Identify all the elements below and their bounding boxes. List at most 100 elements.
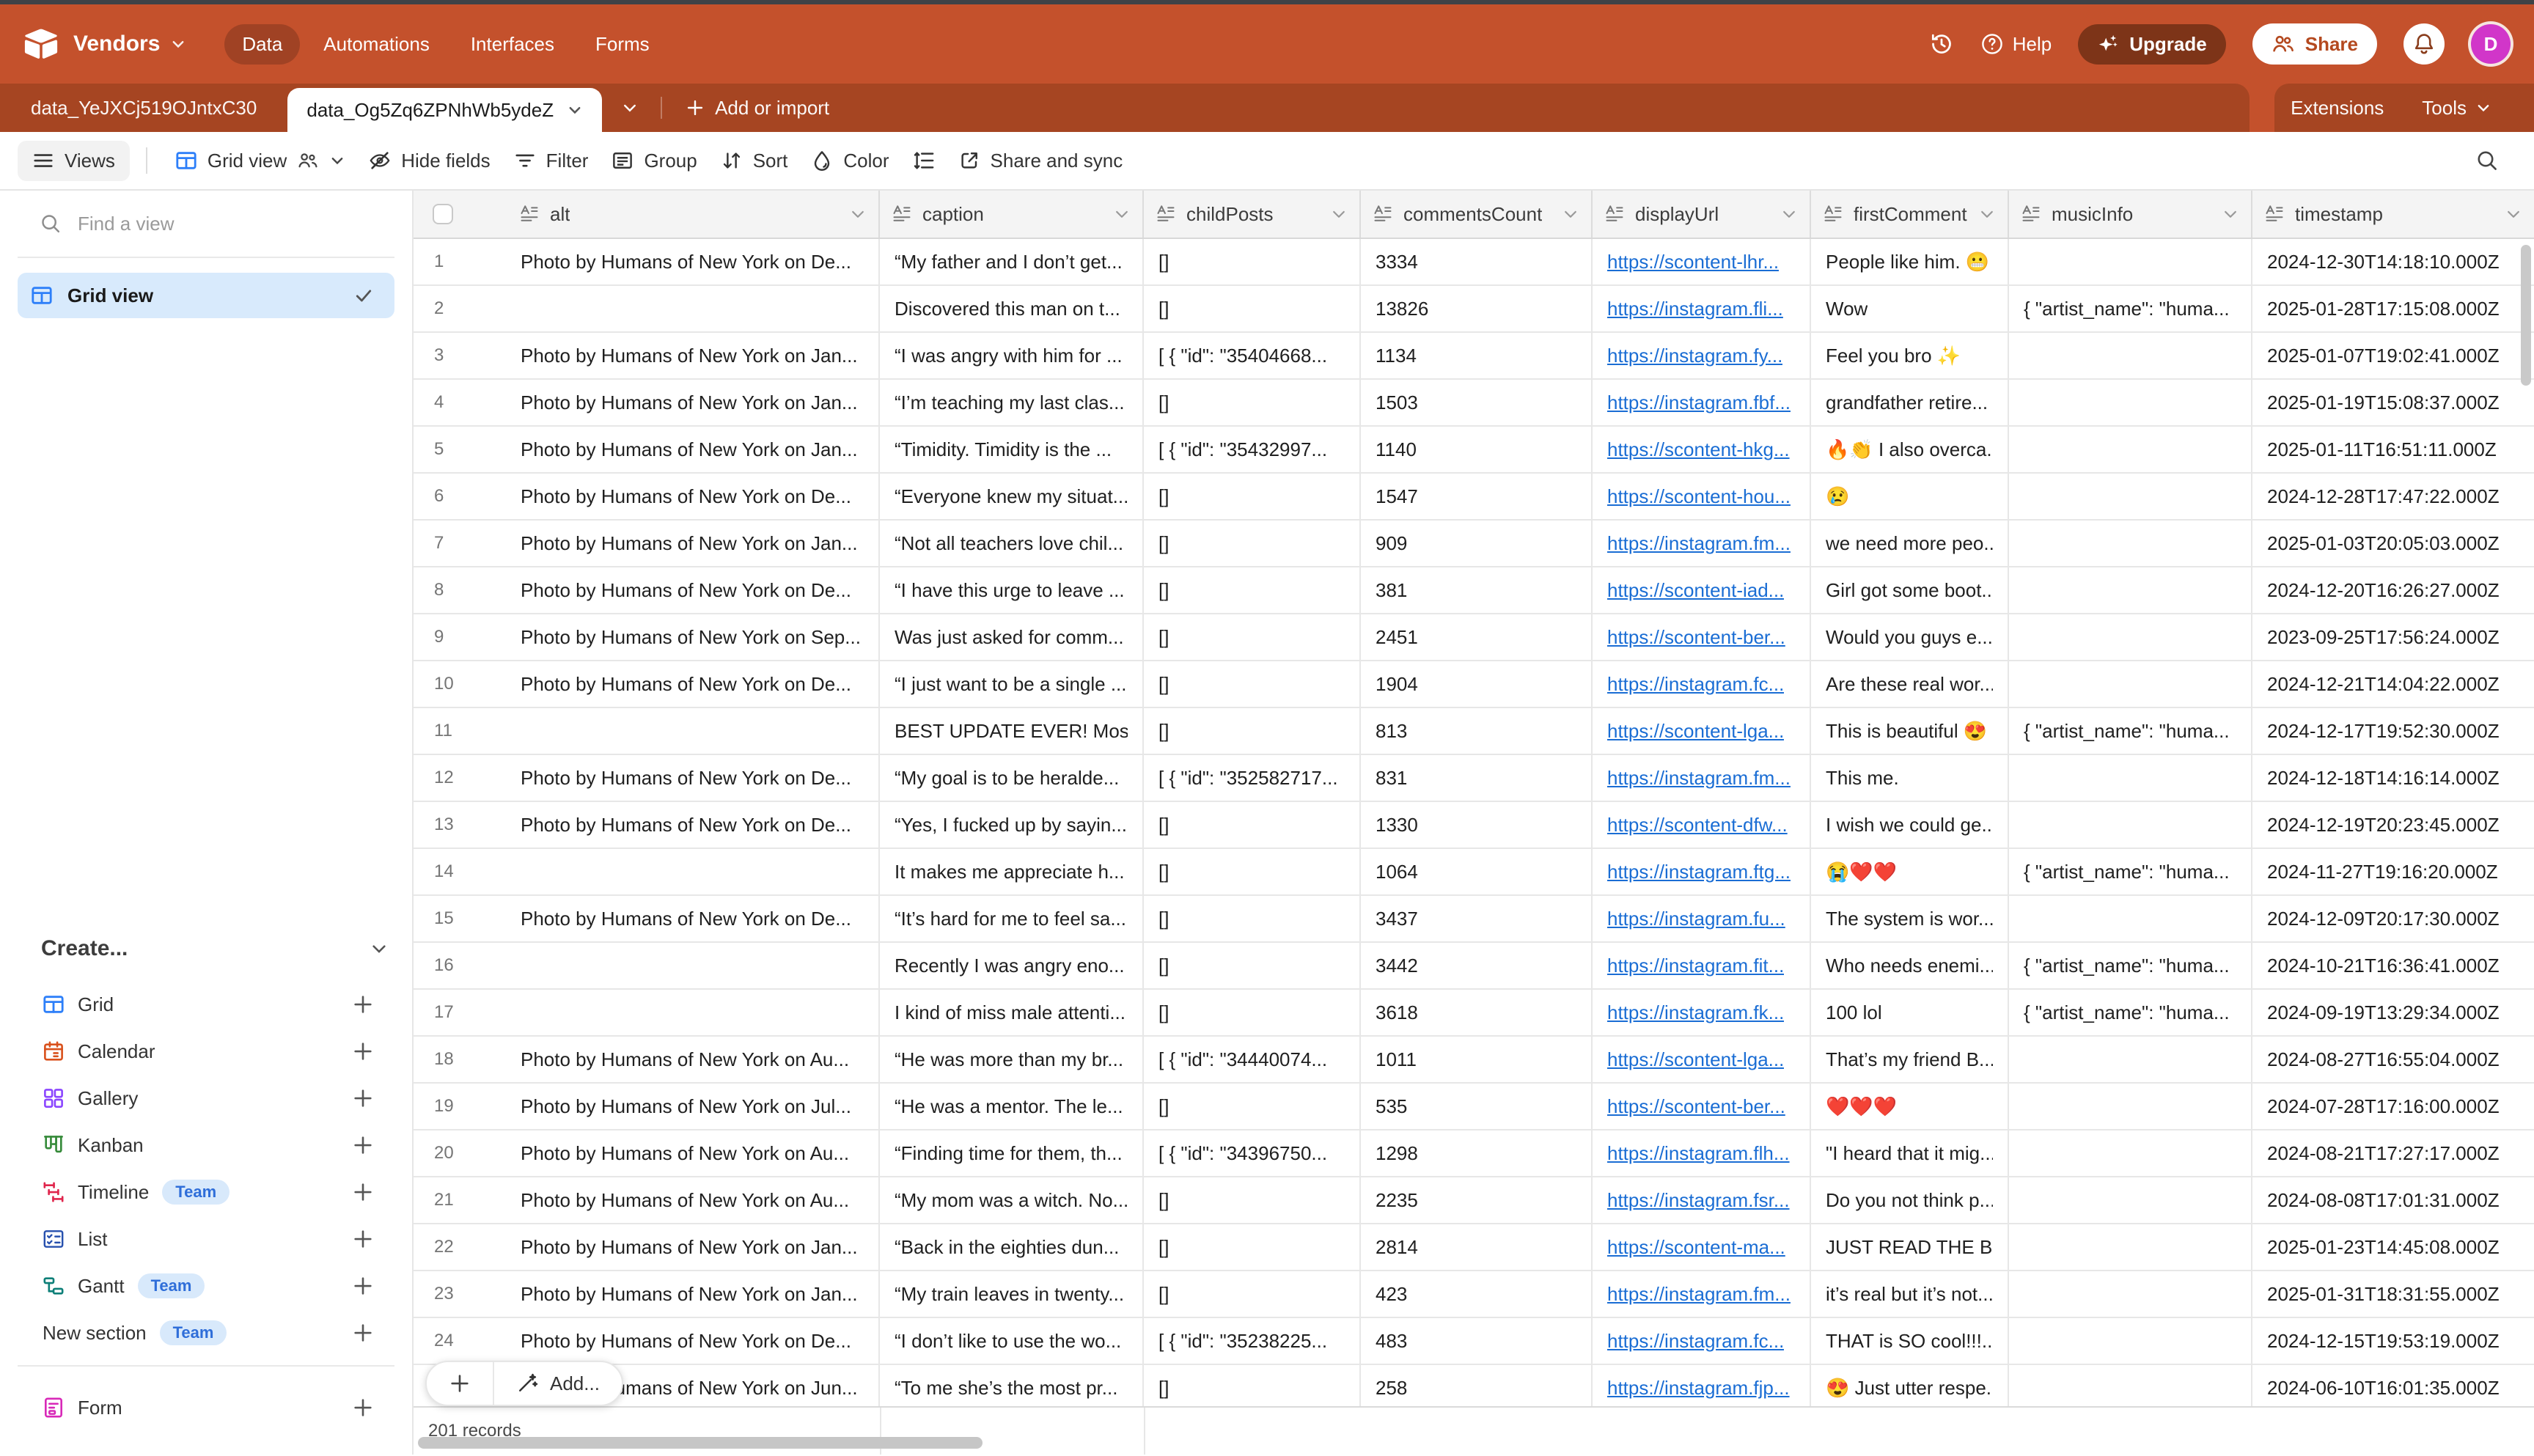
plus-icon[interactable] [352,1181,374,1203]
display-url-link[interactable]: https://instagram.fc... [1607,673,1784,696]
cell-displayurl[interactable]: https://instagram.fbf... [1593,380,1811,425]
cell-commentscount[interactable]: 2451 [1361,614,1593,660]
cell-alt[interactable]: Photo by Humans of New York on De... [506,802,880,848]
cell-caption[interactable]: “I don’t like to use the wo... [880,1318,1144,1364]
display-url-link[interactable]: https://instagram.ftg... [1607,861,1791,883]
chevron-down-icon[interactable] [1330,205,1348,223]
cell-childposts[interactable]: [] [1144,1177,1361,1223]
cell-timestamp[interactable]: 2024-12-30T14:18:10.000Z [2252,239,2534,284]
cell-childposts[interactable]: [] [1144,567,1361,613]
cell-displayurl[interactable]: https://instagram.fc... [1593,1318,1811,1364]
cell-childposts[interactable]: [] [1144,802,1361,848]
row-number[interactable]: 24 [414,1318,506,1364]
cell-displayurl[interactable]: https://scontent-dfw... [1593,802,1811,848]
cell-musicinfo[interactable] [2009,661,2252,707]
cell-displayurl[interactable]: https://scontent-ber... [1593,1084,1811,1129]
cell-musicinfo[interactable] [2009,333,2252,378]
cell-displayurl[interactable]: https://instagram.fit... [1593,943,1811,988]
sidebar-create-gantt[interactable]: GanttTeam [0,1262,412,1309]
create-section-header[interactable]: Create... [41,934,389,963]
table-tab[interactable]: data_YeJXCj519OJntxC30 [0,84,287,132]
nav-tab-automations[interactable]: Automations [306,24,447,65]
cell-caption[interactable]: “My goal is to be heralde... [880,755,1144,801]
cell-displayurl[interactable]: https://instagram.fm... [1593,755,1811,801]
group-button[interactable]: Group [600,141,708,181]
plus-icon[interactable] [352,993,374,1015]
display-url-link[interactable]: https://instagram.fm... [1607,1283,1791,1306]
cell-musicinfo[interactable] [2009,896,2252,941]
display-url-link[interactable]: https://scontent-ber... [1607,1095,1785,1118]
filter-button[interactable]: Filter [502,141,601,181]
cell-timestamp[interactable]: 2024-12-15T19:53:19.000Z [2252,1318,2534,1364]
cell-firstcomment[interactable]: That’s my friend B... [1811,1037,2009,1082]
display-url-link[interactable]: https://scontent-lhr... [1607,251,1779,273]
cell-caption[interactable]: “Timidity. Timidity is the ... [880,427,1144,472]
cell-musicinfo[interactable] [2009,1271,2252,1317]
cell-musicinfo[interactable] [2009,1084,2252,1129]
cell-displayurl[interactable]: https://instagram.fc... [1593,661,1811,707]
horizontal-scrollbar[interactable] [418,1437,983,1449]
color-button[interactable]: Color [799,141,900,181]
cell-alt[interactable]: Photo by Humans of New York on Jul... [506,1084,880,1129]
cell-caption[interactable]: “My mom was a witch. No... [880,1177,1144,1223]
avatar[interactable]: D [2471,24,2511,64]
plus-icon[interactable] [352,1228,374,1250]
cell-musicinfo[interactable]: { "artist_name": "huma... [2009,849,2252,894]
cell-commentscount[interactable]: 13826 [1361,286,1593,331]
display-url-link[interactable]: https://instagram.fk... [1607,1001,1784,1024]
cell-displayurl[interactable]: https://instagram.fk... [1593,990,1811,1035]
cell-childposts[interactable]: [ { "id": "35404668... [1144,333,1361,378]
cell-alt[interactable]: Photo by Humans of New York on De... [506,474,880,519]
cell-musicinfo[interactable]: { "artist_name": "huma... [2009,286,2252,331]
display-url-link[interactable]: https://instagram.fit... [1607,955,1784,977]
row-number[interactable]: 14 [414,849,506,894]
cell-alt[interactable]: Photo by Humans of New York on Jan... [506,333,880,378]
cell-alt[interactable]: Photo by Humans of New York on Au... [506,1130,880,1176]
row-number[interactable]: 1 [414,239,506,284]
sidebar-create-new-section[interactable]: New sectionTeam [0,1309,412,1356]
cell-childposts[interactable]: [ { "id": "35432997... [1144,427,1361,472]
cell-caption[interactable]: “I’m teaching my last clas... [880,380,1144,425]
display-url-link[interactable]: https://instagram.fsr... [1607,1189,1790,1212]
share-button[interactable]: Share [2252,23,2377,65]
cell-alt[interactable]: Photo by Humans of New York on De... [506,239,880,284]
row-number[interactable]: 8 [414,567,506,613]
share-and-sync-button[interactable]: Share and sync [947,141,1135,181]
column-header-caption[interactable]: caption [880,191,1144,238]
row-number[interactable]: 7 [414,521,506,566]
cell-timestamp[interactable]: 2024-12-28T17:47:22.000Z [2252,474,2534,519]
cell-caption[interactable]: “Everyone knew my situat... [880,474,1144,519]
cell-alt[interactable]: Photo by Humans of New York on De... [506,755,880,801]
cell-timestamp[interactable]: 2024-12-19T20:23:45.000Z [2252,802,2534,848]
cell-alt[interactable]: Photo by Humans of New York on De... [506,661,880,707]
cell-displayurl[interactable]: https://scontent-ma... [1593,1224,1811,1270]
cell-commentscount[interactable]: 1140 [1361,427,1593,472]
cell-timestamp[interactable]: 2024-12-18T14:16:14.000Z [2252,755,2534,801]
cell-musicinfo[interactable]: { "artist_name": "huma... [2009,990,2252,1035]
cell-alt[interactable]: Photo by Humans of New York on De... [506,1318,880,1364]
cell-childposts[interactable]: [] [1144,943,1361,988]
cell-displayurl[interactable]: https://scontent-lga... [1593,1037,1811,1082]
cell-commentscount[interactable]: 423 [1361,1271,1593,1317]
cell-childposts[interactable]: [] [1144,849,1361,894]
cell-musicinfo[interactable] [2009,567,2252,613]
cell-alt[interactable]: Photo by Humans of New York on Jan... [506,1271,880,1317]
cell-timestamp[interactable]: 2024-12-17T19:52:30.000Z [2252,708,2534,754]
cell-childposts[interactable]: [] [1144,1271,1361,1317]
hide-fields-button[interactable]: Hide fields [357,141,502,181]
cell-caption[interactable]: It makes me appreciate h... [880,849,1144,894]
cell-firstcomment[interactable]: The system is wor... [1811,896,2009,941]
upgrade-button[interactable]: Upgrade [2078,24,2225,65]
nav-tab-data[interactable]: Data [224,24,300,65]
cell-timestamp[interactable]: 2024-08-21T17:27:17.000Z [2252,1130,2534,1176]
row-number[interactable]: 12 [414,755,506,801]
cell-displayurl[interactable]: https://scontent-hkg... [1593,427,1811,472]
cell-firstcomment[interactable]: it’s real but it’s not... [1811,1271,2009,1317]
cell-caption[interactable]: “Not all teachers love chil... [880,521,1144,566]
help-button[interactable]: Help [1980,32,2052,56]
column-header-timestamp[interactable]: timestamp [2252,191,2534,238]
display-url-link[interactable]: https://scontent-lga... [1607,720,1784,743]
sort-button[interactable]: Sort [709,141,800,181]
cell-musicinfo[interactable] [2009,521,2252,566]
cell-musicinfo[interactable]: { "artist_name": "huma... [2009,708,2252,754]
